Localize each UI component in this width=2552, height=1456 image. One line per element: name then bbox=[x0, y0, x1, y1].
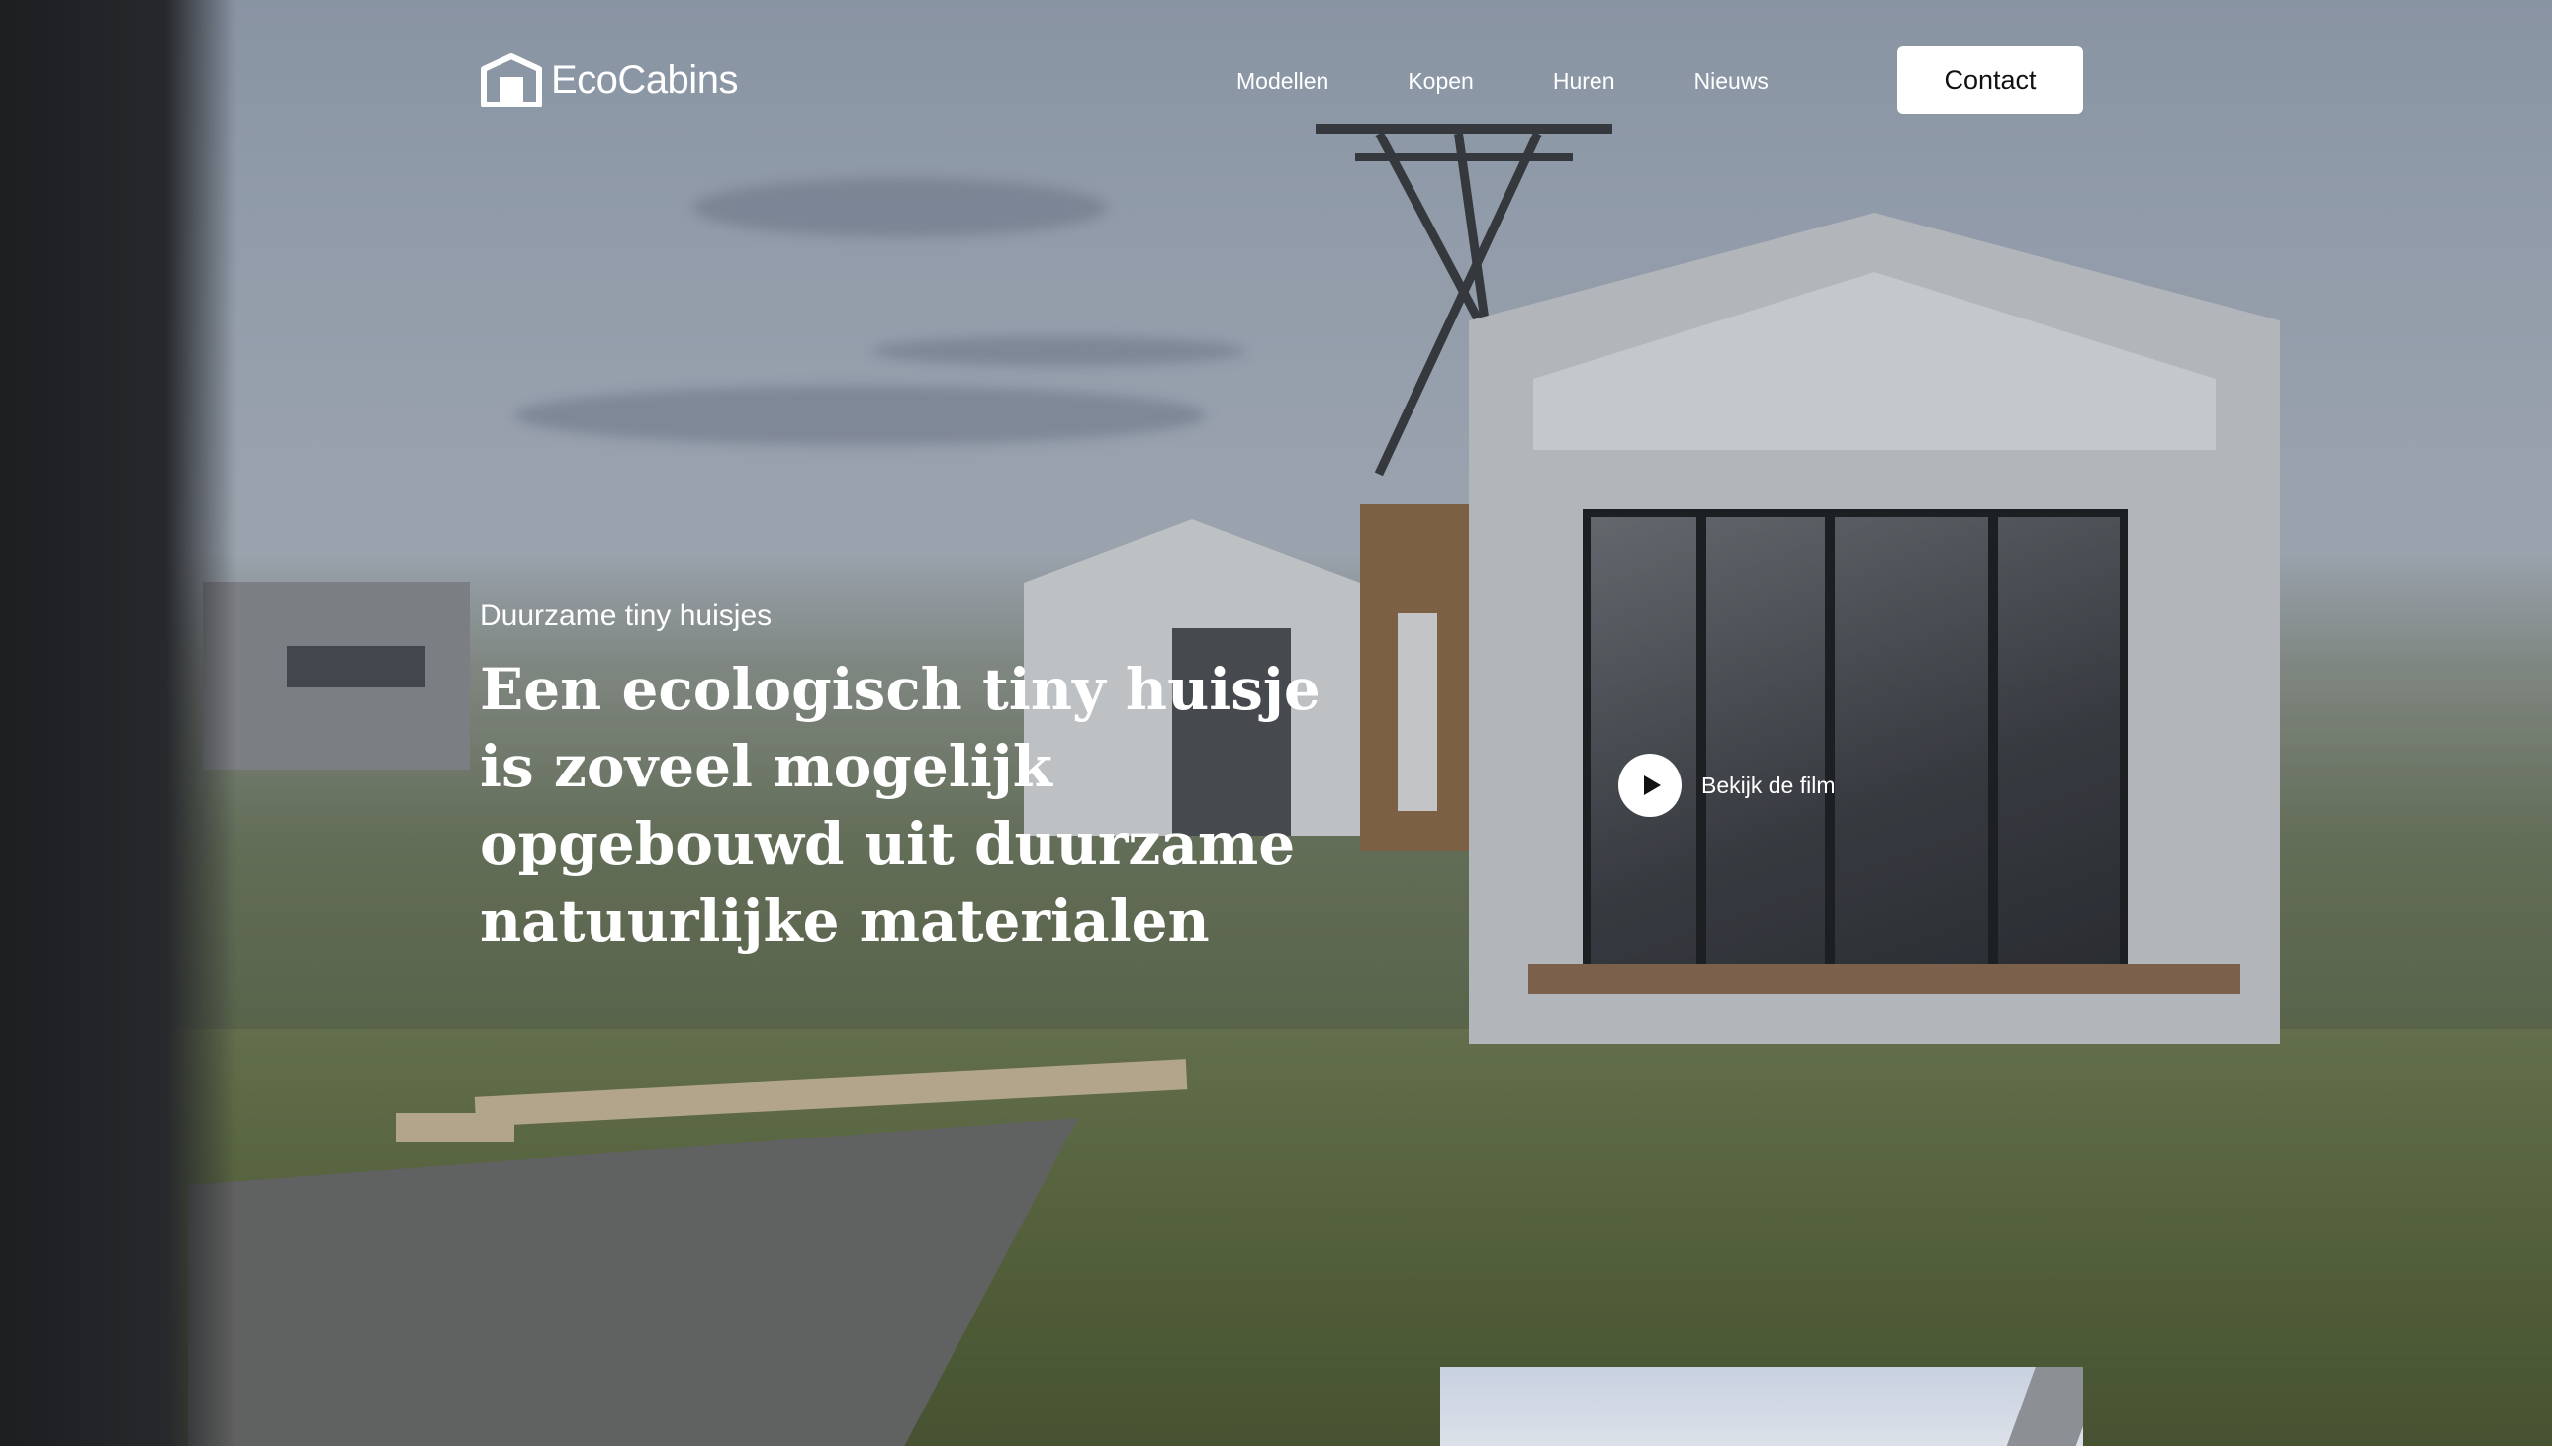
contact-button[interactable]: Contact bbox=[1897, 46, 2083, 114]
hero-headline: Een ecologisch tiny huisje is zoveel mog… bbox=[480, 656, 1321, 955]
hero-content: Duurzame tiny huisjes Een ecologisch tin… bbox=[480, 599, 1370, 959]
nav-item-kopen[interactable]: Kopen bbox=[1408, 61, 1474, 101]
play-icon bbox=[1644, 775, 1661, 795]
film-label: Bekijk de film bbox=[1701, 772, 1836, 798]
site-header: EcoCabins Modellen Kopen Huren Nieuws Co… bbox=[0, 0, 2552, 158]
nav-item-modellen[interactable]: Modellen bbox=[1236, 61, 1328, 101]
main-nav: Modellen Kopen Huren Nieuws bbox=[1236, 61, 1848, 101]
nav-item-nieuws[interactable]: Nieuws bbox=[1694, 61, 1769, 101]
play-button[interactable] bbox=[1618, 754, 1682, 817]
logo[interactable]: EcoCabins bbox=[480, 53, 738, 107]
brand-name: EcoCabins bbox=[551, 57, 738, 102]
cabin-logo-icon bbox=[481, 53, 542, 107]
hero-eyebrow: Duurzame tiny huisjes bbox=[480, 599, 773, 632]
watch-film-button[interactable]: Bekijk de film bbox=[1618, 754, 1835, 817]
page-bottom-strip bbox=[0, 1446, 2552, 1456]
bottom-image-card bbox=[1440, 1367, 2083, 1456]
nav-item-huren[interactable]: Huren bbox=[1553, 61, 1615, 101]
